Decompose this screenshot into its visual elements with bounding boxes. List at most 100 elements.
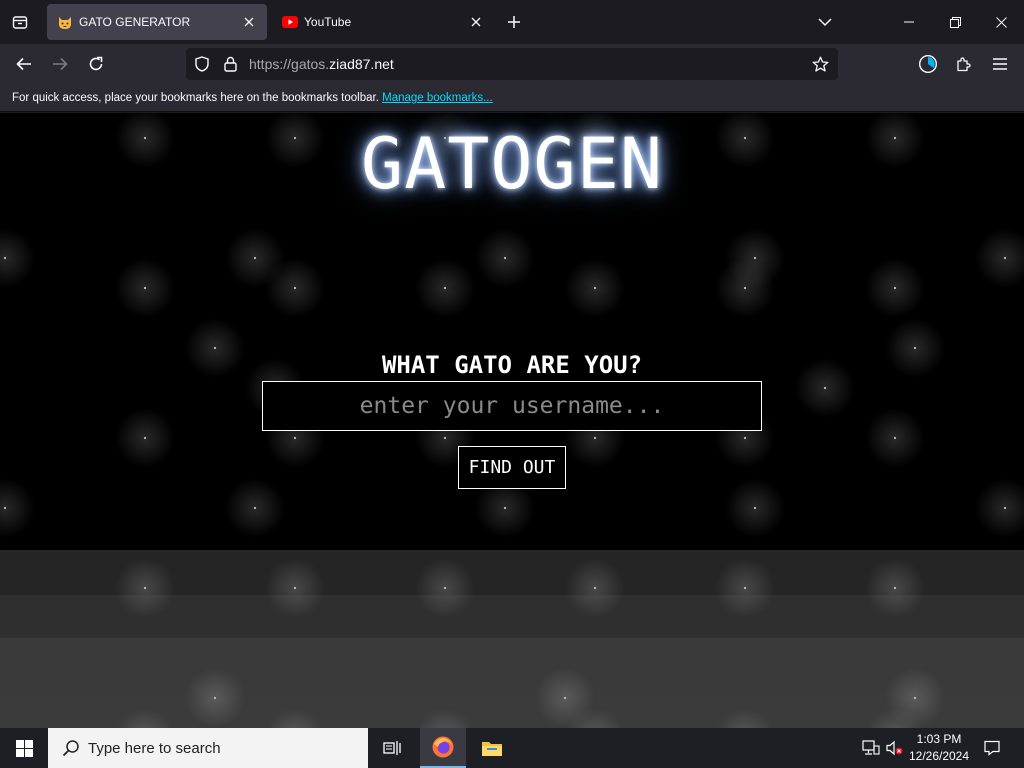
star-dot — [503, 256, 507, 260]
star-dot — [743, 436, 747, 440]
tab-title: YouTube — [304, 15, 352, 29]
start-button[interactable] — [0, 728, 48, 768]
url-protocol: https:// — [249, 56, 292, 72]
tracking-protection-shield-icon[interactable] — [194, 56, 210, 72]
chevron-down-icon — [818, 18, 832, 27]
account-button[interactable] — [914, 50, 942, 78]
search-placeholder: Type here to search — [88, 739, 221, 757]
action-center-button[interactable] — [978, 728, 1006, 768]
youtube-icon — [282, 14, 298, 30]
star-glow — [975, 228, 1024, 288]
star-dot — [743, 586, 747, 590]
find-out-button[interactable]: FIND OUT — [458, 446, 566, 489]
close-icon — [995, 16, 1007, 28]
firefox-icon — [432, 736, 454, 758]
star-dot — [893, 436, 897, 440]
star-dot — [253, 506, 257, 510]
star-dot — [753, 256, 757, 260]
url-domain: ziad87.net — [329, 56, 394, 72]
network-icon[interactable] — [860, 738, 882, 758]
address-bar[interactable]: https://gatos.ziad87.net — [186, 48, 838, 80]
clock-time: 1:03 PM — [916, 732, 962, 746]
taskbar-search-box[interactable]: Type here to search — [48, 728, 368, 768]
star-dot — [823, 386, 827, 390]
star-dot — [1003, 506, 1007, 510]
file-explorer-icon — [482, 742, 502, 756]
bookmarks-toolbar-message: For quick access, place your bookmarks h… — [12, 92, 493, 104]
taskbar-clock[interactable]: 1:03 PM 12/26/2024 — [904, 731, 974, 765]
arrow-right-icon — [53, 57, 68, 71]
star-dot — [503, 506, 507, 510]
firefox-view-icon — [12, 16, 28, 29]
tab-gato-generator[interactable]: GATO GENERATOR — [47, 4, 267, 40]
plus-icon — [508, 16, 520, 28]
star-dot — [593, 436, 597, 440]
taskbar-file-explorer-button[interactable] — [470, 728, 514, 768]
star-dot — [443, 586, 447, 590]
bookmarks-hint-text: For quick access, place your bookmarks h… — [12, 92, 379, 104]
app-menu-button[interactable] — [986, 50, 1014, 78]
notification-icon — [984, 740, 1000, 756]
windows-logo-icon — [15, 739, 33, 757]
star-dot — [753, 506, 757, 510]
back-button[interactable] — [8, 48, 40, 80]
reload-icon — [89, 56, 103, 71]
tab-strip: GATO GENERATOR YouTube — [0, 0, 1024, 44]
volume-muted-icon[interactable] — [884, 738, 906, 758]
extensions-button[interactable] — [950, 50, 978, 78]
task-view-button[interactable] — [372, 728, 412, 768]
reload-button[interactable] — [80, 48, 112, 80]
star-icon — [812, 56, 828, 72]
star-dot — [743, 286, 747, 290]
star-dot — [143, 286, 147, 290]
star-dot — [253, 256, 257, 260]
firefox-view-button[interactable] — [8, 10, 32, 34]
close-tab-button[interactable] — [237, 10, 261, 34]
star-dot — [3, 506, 7, 510]
tab-youtube[interactable]: YouTube — [272, 4, 494, 40]
bookmarks-toolbar: For quick access, place your bookmarks h… — [0, 84, 1024, 112]
minimize-icon — [904, 21, 914, 23]
star-dot — [213, 346, 217, 350]
star-glow — [116, 708, 174, 728]
star-dot — [593, 286, 597, 290]
clock-date: 12/26/2024 — [908, 749, 970, 763]
url-text[interactable]: https://gatos.ziad87.net — [249, 56, 394, 72]
star-dot — [293, 436, 297, 440]
restore-button[interactable] — [932, 6, 978, 38]
close-tab-button[interactable] — [464, 10, 488, 34]
star-glow — [266, 708, 324, 728]
star-dot — [293, 286, 297, 290]
windows-taskbar: Type here to search 1:03 PM 12/26/2024 — [0, 728, 1024, 768]
search-icon — [62, 740, 79, 757]
cat-face-icon — [57, 14, 73, 30]
star-dot — [213, 696, 217, 700]
minimize-button[interactable] — [886, 6, 932, 38]
manage-bookmarks-link[interactable]: Manage bookmarks... — [382, 92, 493, 104]
tab-title: GATO GENERATOR — [79, 15, 191, 29]
close-window-button[interactable] — [978, 6, 1024, 38]
star-dot — [893, 586, 897, 590]
star-dot — [443, 286, 447, 290]
list-all-tabs-button[interactable] — [813, 10, 837, 34]
question-heading: WHAT GATO ARE YOU? — [381, 351, 643, 379]
page-title: GATOGEN — [360, 123, 663, 205]
puzzle-icon — [957, 57, 971, 72]
forward-button[interactable] — [44, 48, 76, 80]
star-glow — [416, 708, 474, 728]
star-dot — [293, 586, 297, 590]
new-tab-button[interactable] — [502, 10, 526, 34]
star-glow — [716, 708, 774, 728]
web-page-content: GATOGEN WHAT GATO ARE YOU? FIND OUT — [0, 113, 1024, 728]
star-dot — [913, 346, 917, 350]
star-dot — [593, 586, 597, 590]
close-icon — [471, 17, 481, 27]
navigation-toolbar: https://gatos.ziad87.net — [0, 44, 1024, 84]
star-glow — [975, 478, 1024, 538]
bookmark-star-button[interactable] — [810, 54, 830, 74]
lock-icon[interactable] — [222, 55, 238, 73]
username-input[interactable] — [262, 381, 762, 431]
star-dot — [143, 436, 147, 440]
taskbar-firefox-button[interactable] — [420, 728, 466, 768]
close-icon — [244, 17, 254, 27]
